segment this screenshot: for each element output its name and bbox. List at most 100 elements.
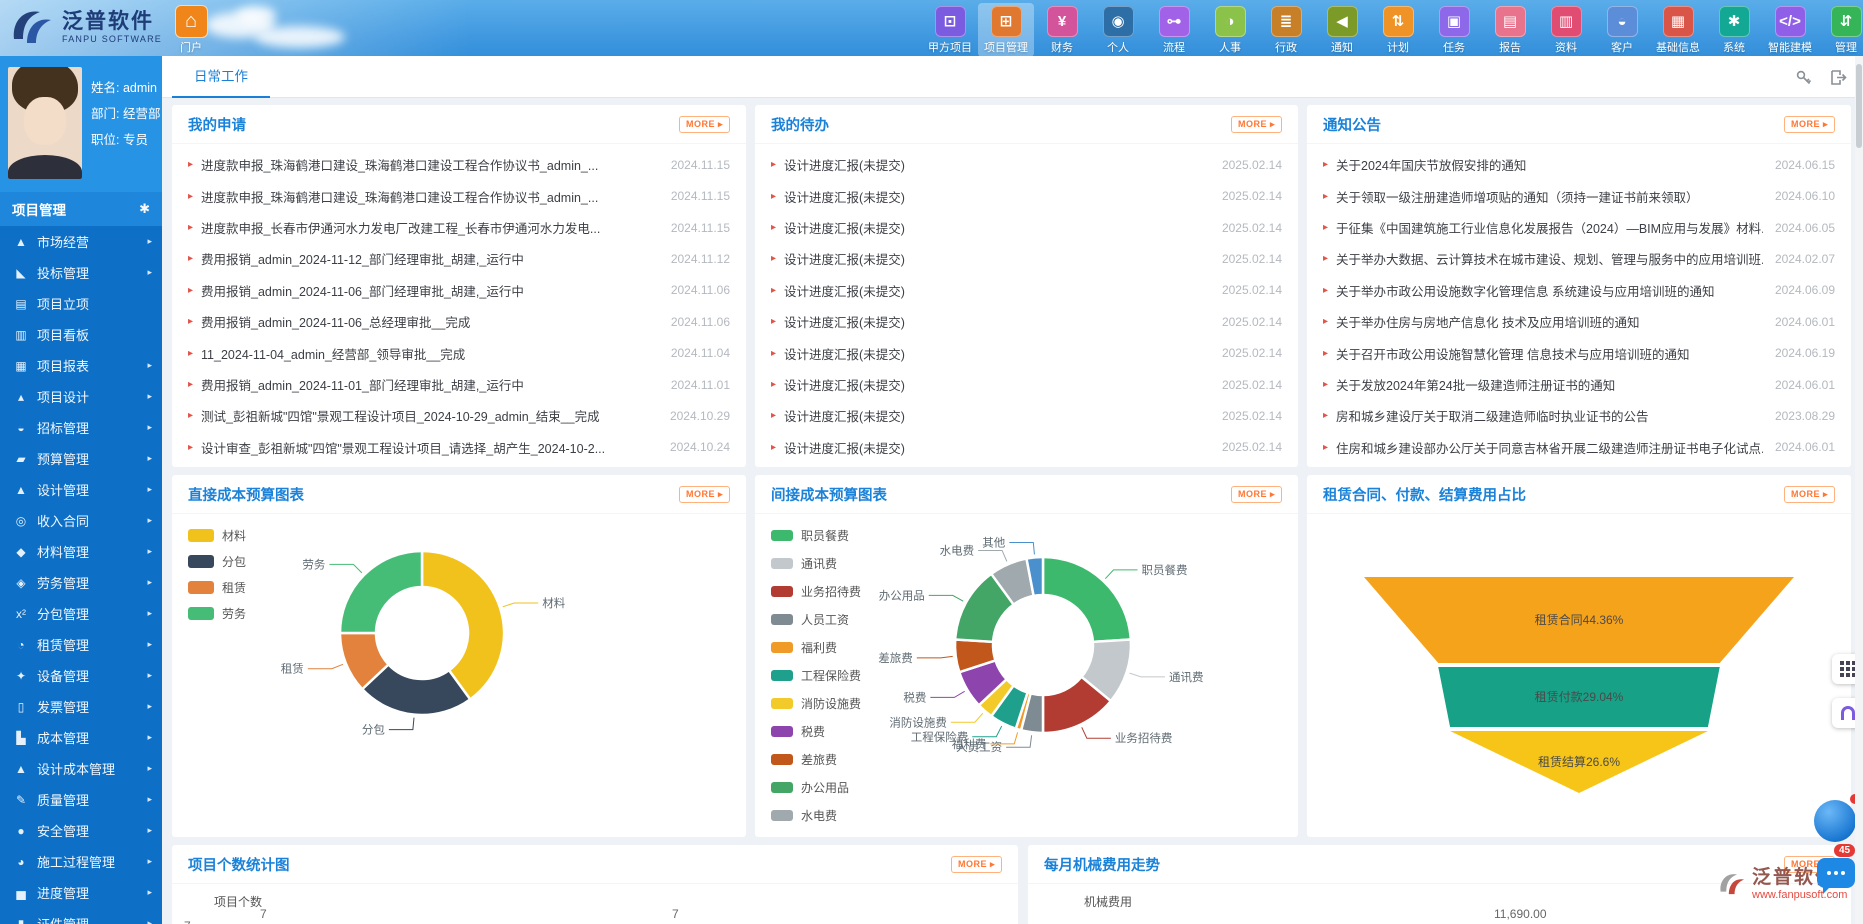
sidebar-item-8[interactable]: ▲设计管理▸ [0,474,162,505]
list-item[interactable]: ▸设计进度汇报(未提交)2025.02.14 [755,337,1298,368]
list-item[interactable]: ▸费用报销_admin_2024-11-12_部门经理审批_胡建,_运行中202… [172,243,746,274]
toolbar-item-9[interactable]: ▣任务 [1426,3,1482,57]
direct-cost-legend: 材料分包租赁劳务 [188,527,246,631]
list-item[interactable]: ▸关于举办住房与房地产信息化 技术及应用培训班的通知2024.06.01 [1307,306,1851,337]
list-item[interactable]: ▸设计进度汇报(未提交)2025.02.14 [755,306,1298,337]
toolbar-item-8[interactable]: ⇅计划 [1370,3,1426,57]
sidebar-item-12[interactable]: x²分包管理▸ [0,598,162,629]
list-item[interactable]: ▸于征集《中国建筑施工行业信息化发展报告（2024）—BIM应用与发展》材料..… [1307,212,1851,243]
list-item[interactable]: ▸11_2024-11-04_admin_经营部_领导审批__完成2024.11… [172,337,746,368]
list-item[interactable]: ▸费用报销_admin_2024-11-01_部门经理审批_胡建,_运行中202… [172,369,746,400]
sidebar-item-7[interactable]: ▰预算管理▸ [0,443,162,474]
more-button-indirect-cost[interactable]: MORE ▸ [1231,486,1282,503]
list-item[interactable]: ▸费用报销_admin_2024-11-06_部门经理审批_胡建,_运行中202… [172,275,746,306]
toolbar-item-5[interactable]: ◑人事 [1202,3,1258,57]
list-item[interactable]: ▸进度款申报_长春市伊通河水力发电厂改建工程_长春市伊通河水力发电...2024… [172,212,746,243]
list-item[interactable]: ▸设计进度汇报(未提交)2025.02.14 [755,275,1298,306]
chat-button[interactable] [1817,858,1855,888]
toolbar-item-0[interactable]: ⊡甲方项目 [922,3,978,57]
sidebar-item-21[interactable]: ▅进度管理▸ [0,877,162,908]
sidebar-item-18[interactable]: ✎质量管理▸ [0,784,162,815]
funnel-segment-label: 租赁付款29.04% [1535,690,1624,704]
toolbar-item-14[interactable]: ✱系统 [1706,3,1762,57]
list-item[interactable]: ▸设计进度汇报(未提交)2025.02.14 [755,180,1298,211]
sidebar-item-13[interactable]: ◔租赁管理▸ [0,629,162,660]
list-item[interactable]: ▸测试_彭祖新城"四馆"景观工程设计项目_2024-10-29_admin_结束… [172,400,746,431]
toolbar-item-13[interactable]: ▦基础信息 [1650,3,1706,57]
gear-icon[interactable]: ✱ [139,201,150,217]
sidebar-item-1[interactable]: ◣投标管理▸ [0,257,162,288]
toolbar-item-10[interactable]: ▤报告 [1482,3,1538,57]
sidebar-item-22[interactable]: ▮证件管理▸ [0,908,162,924]
list-item[interactable]: ▸关于举办大数据、云计算技术在城市建设、规划、管理与服务中的应用培训班...20… [1307,243,1851,274]
sidebar-item-15[interactable]: ▯发票管理▸ [0,691,162,722]
toolbar-item-2[interactable]: ¥财务 [1034,3,1090,57]
toolbar-item-16[interactable]: ⇵管理 [1818,3,1863,57]
sidebar-item-14[interactable]: ✦设备管理▸ [0,660,162,691]
list-item[interactable]: ▸设计进度汇报(未提交)2025.02.14 [755,243,1298,274]
list-item[interactable]: ▸进度款申报_珠海鹤港口建设_珠海鹤港口建设工程合作协议书_admin_...2… [172,180,746,211]
direct-cost-donut-chart: 材料分包租赁劳务 [172,515,746,837]
sidebar-item-17[interactable]: ▲设计成本管理▸ [0,753,162,784]
list-item[interactable]: ▸关于召开市政公用设施智慧化管理 信息技术与应用培训班的通知2024.06.19 [1307,337,1851,368]
tab-daily-work[interactable]: 日常工作 [172,56,270,98]
sidebar-item-3[interactable]: ▥项目看板 [0,319,162,350]
qq-service-button[interactable] [1814,800,1856,842]
sidebar-item-6[interactable]: ◒招标管理▸ [0,412,162,443]
toolbar-item-4[interactable]: ⊶流程 [1146,3,1202,57]
portal-button[interactable]: ⌂ 门户 [168,5,214,55]
panel-my-todos: 我的待办 MORE ▸ ▸设计进度汇报(未提交)2025.02.14▸设计进度汇… [755,105,1298,467]
list-item[interactable]: ▸住房和城乡建设部办公厅关于同意吉林省开展二级建造师注册证书电子化试点...20… [1307,432,1851,463]
sidebar-item-2[interactable]: ▤项目立项 [0,288,162,319]
sidebar-item-19[interactable]: ●安全管理▸ [0,815,162,846]
list-item[interactable]: ▸进度款申报_珠海鹤港口建设_珠海鹤港口建设工程合作协议书_admin_...2… [172,149,746,180]
sidebar-item-11[interactable]: ◈劳务管理▸ [0,567,162,598]
toolbar-item-15[interactable]: </>智能建模 [1762,3,1818,57]
list-item[interactable]: ▸设计进度汇报(未提交)2025.02.14 [755,149,1298,180]
list-item[interactable]: ▸设计进度汇报(未提交)2025.02.14 [755,212,1298,243]
list-item[interactable]: ▸房和城乡建设厅关于取消二级建造师临时执业证书的公告2023.08.29 [1307,400,1851,431]
sidebar-item-10[interactable]: ◆材料管理▸ [0,536,162,567]
more-button-lease-funnel[interactable]: MORE ▸ [1784,486,1835,503]
sidebar-item-20[interactable]: ◕施工过程管理▸ [0,846,162,877]
list-item[interactable]: ▸关于举办市政公用设施数字化管理信息 系统建设与应用培训班的通知2024.06.… [1307,275,1851,306]
list-item[interactable]: ▸关于2024年国庆节放假安排的通知2024.06.15 [1307,149,1851,180]
toolbar-item-12[interactable]: ◒客户 [1594,3,1650,57]
scrollbar-thumb[interactable] [1856,64,1862,148]
toolbar-item-11[interactable]: ▥资料 [1538,3,1594,57]
more-button-my-requests[interactable]: MORE ▸ [679,116,730,133]
sidebar-item-4[interactable]: ▦项目报表▸ [0,350,162,381]
list-item[interactable]: ▸设计审查_彭祖新城"四馆"景观工程设计项目_请选择_胡产生_2024-10-2… [172,432,746,463]
sidebar-section-header[interactable]: 项目管理 ✱ [0,192,162,226]
panel-title-my-requests: 我的申请 [188,114,246,135]
more-button-project-count[interactable]: MORE ▸ [951,856,1002,873]
scrollbar-track[interactable] [1855,56,1863,924]
legend-item: 材料 [188,527,246,544]
list-item[interactable]: ▸设计进度汇报(未提交)2025.02.14 [755,369,1298,400]
list-item[interactable]: ▸设计进度汇报(未提交)2025.02.14 [755,400,1298,431]
toolbar-item-7[interactable]: ◀通知 [1314,3,1370,57]
list-item[interactable]: ▸关于领取一级注册建造师增项贴的通知（须持一建证书前来领取）2024.06.10 [1307,180,1851,211]
logout-icon[interactable] [1830,69,1847,86]
toolbar-item-6[interactable]: ≣行政 [1258,3,1314,57]
bullet-icon: ▸ [771,348,776,359]
sidebar-item-5[interactable]: ▴项目设计▸ [0,381,162,412]
sidebar-item-16[interactable]: ▙成本管理▸ [0,722,162,753]
sidebar-item-label: 市场经营 [37,232,147,251]
list-item[interactable]: ▸费用报销_admin_2024-11-06_总经理审批__完成2024.11.… [172,306,746,337]
list-item[interactable]: ▸设计进度汇报(未提交)2025.02.14 [755,432,1298,463]
sidebar-item-0[interactable]: ▲市场经营▸ [0,226,162,257]
more-button-direct-cost[interactable]: MORE ▸ [679,486,730,503]
sidebar-item-9[interactable]: ◎收入合同▸ [0,505,162,536]
list-item[interactable]: ▸关于发放2024年第24批一级建造师注册证书的通知2024.06.01 [1307,369,1851,400]
label-line [1105,570,1137,579]
password-key-icon[interactable] [1795,69,1812,86]
toolbar-item-1[interactable]: ⊞项目管理 [978,3,1034,57]
toolbar-item-3[interactable]: ◉个人 [1090,3,1146,57]
main-area: 日常工作 我的申请 MORE ▸ ▸进度款申报_珠海鹤港口建设_珠海鹤港口建设工… [162,56,1863,924]
more-button-my-todos[interactable]: MORE ▸ [1231,116,1282,133]
more-button-notices[interactable]: MORE ▸ [1784,116,1835,133]
legend-label: 人员工资 [801,611,849,628]
my-requests-list: ▸进度款申报_珠海鹤港口建设_珠海鹤港口建设工程合作协议书_admin_...2… [172,145,746,467]
panel-lease-funnel-chart: 租赁合同、付款、结算费用占比 MORE ▸ 租赁合同44.36%租赁付款29.0… [1307,475,1851,837]
